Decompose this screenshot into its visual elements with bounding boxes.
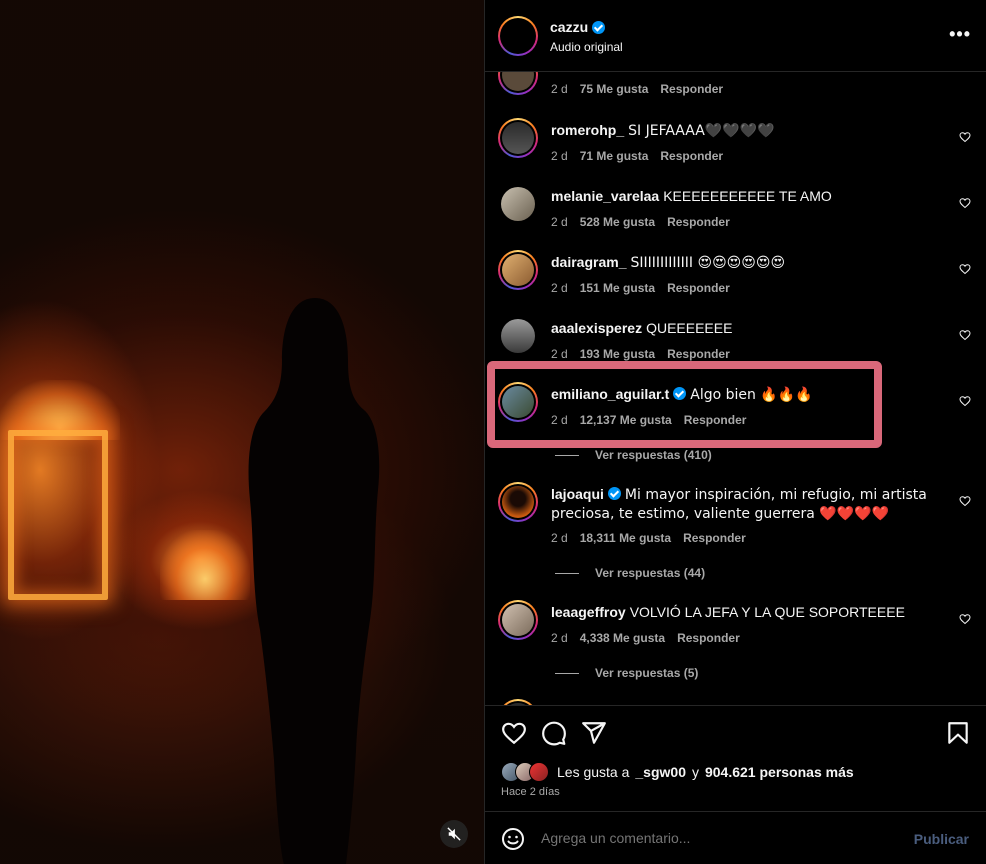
comment-input[interactable] [541,830,881,846]
comment-username[interactable]: romerohp_ [551,122,624,138]
comment-meta: 2 d 12,137 Me gusta Responder [551,413,747,427]
likes-summary: Les gusta a _sgw00 y 904.621 personas má… [501,762,854,782]
view-replies-button[interactable]: Ver respuestas (5) [555,666,698,680]
verified-badge-icon [592,20,606,34]
liker-username[interactable]: _sgw00 [635,764,686,780]
commenter-avatar[interactable] [501,319,535,353]
comment-meta: 2 d 75 Me gusta Responder [551,82,724,96]
heart-icon[interactable] [959,495,971,507]
comment-text: dairagram_ SIIIIIIIIIIIII 😍😍😍😍😍😍 [551,254,786,271]
commenter-avatar[interactable] [498,72,538,95]
highlight-box [487,361,882,448]
comment-meta: 2 d 71 Me gusta Responder [551,149,724,163]
commenter-avatar[interactable] [498,382,538,422]
speaker-muted-icon [447,827,461,841]
burning-doorframe [8,430,108,600]
mute-button[interactable] [440,820,468,848]
comment-meta: 2 d 528 Me gusta Responder [551,215,730,229]
reel-video[interactable] [0,0,484,864]
verified-badge-icon [673,387,687,400]
comment-meta: 2 d 18,311 Me gusta Responder [551,531,746,545]
comment-meta: 2 d 193 Me gusta Responder [551,347,730,361]
heart-icon[interactable] [501,720,527,746]
comment-username[interactable]: leaageffroy [551,604,626,620]
audio-link[interactable]: Audio original [550,40,623,54]
post-header: cazzu Audio original ••• [485,0,986,72]
woman-silhouette [248,298,380,864]
replies-divider [555,672,579,674]
comment-text: lajoaqui Mi mayor inspiración, mi refugio… [551,486,927,522]
comment-icon[interactable] [541,720,567,746]
post-panel: cazzu Audio original ••• 2 d 75 Me gusta… [484,0,986,864]
comment-text: romerohp_ SI JEFAAAA🖤🖤🖤🖤 [551,122,775,139]
replies-divider [555,454,579,456]
post-timestamp: Hace 2 días [501,786,560,798]
more-options-icon[interactable]: ••• [949,24,971,45]
comment-username[interactable]: dairagram_ [551,254,626,270]
emoji-icon[interactable] [501,827,525,851]
comment-username[interactable]: aaalexisperez [551,320,642,336]
bookmark-icon[interactable] [945,720,971,746]
commenter-avatar[interactable] [498,250,538,290]
verified-badge-icon [607,487,621,500]
view-replies-button[interactable]: Ver respuestas (44) [555,566,705,580]
heart-icon[interactable] [959,329,971,341]
post-actions: Les gusta a _sgw00 y 904.621 personas má… [485,705,986,811]
heart-icon[interactable] [959,395,971,407]
comment-text: aaalexisperez QUEEEEEEE [551,320,733,336]
comment-text: melanie_varelaa KEEEEEEEEEEE TE AMO [551,188,832,204]
heart-icon[interactable] [959,131,971,143]
comment-username[interactable]: lajoaqui [551,486,604,502]
comment-text: emiliano_aguilar.t Algo bien 🔥🔥🔥 [551,386,813,403]
heart-icon[interactable] [959,263,971,275]
comments-list[interactable]: 2 d 75 Me gusta Responder romerohp_ SI JE… [485,72,986,705]
commenter-avatar[interactable] [498,482,538,522]
comment-username[interactable]: emiliano_aguilar.t [551,386,669,402]
author-username[interactable]: cazzu [550,19,606,35]
add-comment-bar: Publicar [485,811,986,864]
comment-text: leaageffroy VOLVIÓ LA JEFA Y LA QUE SOPOR… [551,604,905,620]
comment-meta: 2 d 151 Me gusta Responder [551,281,730,295]
commenter-avatar[interactable] [498,118,538,158]
commenter-avatar[interactable] [498,600,538,640]
view-replies-button[interactable]: Ver respuestas (410) [555,448,712,462]
comment-meta: 2 d 4,338 Me gusta Responder [551,631,740,645]
share-icon[interactable] [581,720,607,746]
likes-count[interactable]: 904.621 personas más [705,764,854,780]
heart-icon[interactable] [959,613,971,625]
commenter-avatar[interactable] [501,187,535,221]
publish-button[interactable]: Publicar [914,831,969,847]
author-avatar[interactable] [498,16,538,56]
replies-divider [555,572,579,574]
comment-username[interactable]: melanie_varelaa [551,188,659,204]
heart-icon[interactable] [959,197,971,209]
liker-avatars[interactable] [501,762,551,782]
